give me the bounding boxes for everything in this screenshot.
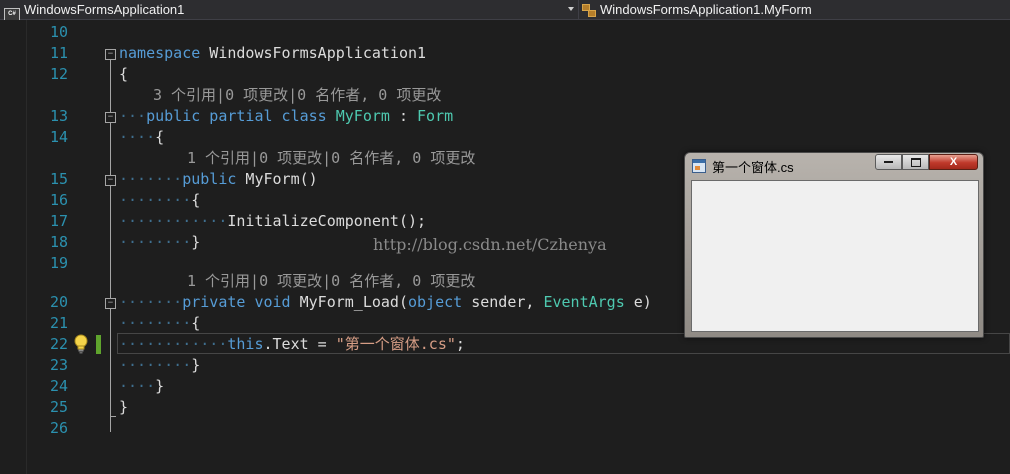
line-number: 15 (49, 170, 68, 188)
string-literal: "第一个窗体.cs" (335, 335, 456, 353)
property-assign: .Text = (263, 335, 336, 353)
collapse-icon[interactable]: − (105, 112, 116, 123)
keyword: public (182, 170, 237, 188)
code-line[interactable]: 26 (0, 418, 1010, 439)
minimize-button[interactable] (875, 154, 902, 170)
keyword: private void (182, 293, 291, 311)
type-dropdown-label: WindowsFormsApplication1.MyForm (600, 2, 812, 17)
type-dropdown[interactable]: WindowsFormsApplication1.MyForm (582, 0, 1002, 19)
code-text: ·······public MyForm() (119, 170, 318, 188)
constructor-name: MyForm() (236, 170, 318, 188)
code-line[interactable]: 11 − namespace WindowsFormsApplication1 (0, 43, 1010, 64)
parameter: e) (624, 293, 652, 311)
code-text: ········{ (119, 191, 201, 209)
code-text: ············this.Text = "第一个窗体.cs"; (119, 335, 465, 353)
line-number: 21 (49, 314, 68, 332)
code-lens-constructor[interactable]: 1 个引用|0 项更改|0 名作者, 0 项更改 (187, 148, 475, 169)
line-number: 13 (49, 107, 68, 125)
base-type: Form (417, 107, 454, 125)
brace: { (191, 314, 201, 332)
navbar-divider (578, 0, 579, 19)
line-number: 19 (49, 254, 68, 272)
code-text: ········} (119, 356, 201, 374)
chevron-down-icon[interactable] (568, 7, 574, 11)
keyword: this (227, 335, 264, 353)
code-lens-load-method[interactable]: 1 个引用|0 项更改|0 名作者, 0 项更改 (187, 271, 475, 292)
close-icon: X (949, 156, 958, 168)
maximize-button[interactable] (902, 154, 929, 170)
code-text: ········} (119, 233, 201, 251)
parameter: sender, (462, 293, 544, 311)
punctuation: : (389, 107, 418, 125)
class-icon (582, 4, 596, 17)
line-number: 18 (49, 233, 68, 251)
line-number: 20 (49, 293, 68, 311)
code-text: ·······private void MyForm_Load(object s… (119, 293, 652, 311)
brace: } (155, 377, 165, 395)
line-number: 23 (49, 356, 68, 374)
close-button[interactable]: X (929, 154, 978, 170)
keyword: namespace (119, 44, 201, 62)
code-line[interactable]: 23 ········} (0, 355, 1010, 376)
line-number: 16 (49, 191, 68, 209)
line-number: 14 (49, 128, 68, 146)
watermark-url: http://blog.csdn.net/Czhenya (373, 235, 607, 254)
project-dropdown[interactable]: C# WindowsFormsApplication1 (4, 0, 574, 21)
form-titlebar[interactable]: 第一个窗体.cs X (685, 153, 983, 179)
collapse-icon[interactable]: − (105, 175, 116, 186)
code-text: { (119, 65, 129, 83)
line-number: 17 (49, 212, 68, 230)
line-number: 24 (49, 377, 68, 395)
code-text: namespace WindowsFormsApplication1 (119, 43, 426, 64)
line-number: 12 (49, 65, 68, 83)
form-app-icon (692, 159, 706, 173)
form-client-area[interactable] (691, 180, 979, 332)
code-lens-class[interactable]: 3 个引用|0 项更改|0 名作者, 0 项更改 (153, 85, 441, 106)
line-number: 10 (49, 23, 68, 41)
collapse-icon[interactable]: − (105, 298, 116, 309)
form-window[interactable]: 第一个窗体.cs X (684, 152, 984, 338)
code-line[interactable]: 24 ····} (0, 376, 1010, 397)
minimize-icon (884, 161, 893, 164)
line-number: 25 (49, 398, 68, 416)
code-line[interactable]: 25 } (0, 397, 1010, 418)
navigation-bar: C# WindowsFormsApplication1 WindowsFormsA… (0, 0, 1010, 21)
code-text: ···public partial class MyForm : Form (119, 107, 454, 125)
maximize-icon (910, 157, 921, 167)
method-name: MyForm_Load( (290, 293, 408, 311)
semicolon: ; (455, 335, 465, 353)
type-name: EventArgs (543, 293, 625, 311)
collapse-icon[interactable]: − (105, 49, 116, 60)
line-number: 26 (49, 419, 68, 437)
type-name: MyForm (335, 107, 390, 125)
code-text: ············InitializeComponent(); (119, 212, 427, 230)
brace: { (191, 191, 201, 209)
code-text: ····} (119, 377, 165, 395)
brace: } (191, 233, 201, 251)
keyword: public partial class (146, 107, 327, 125)
keyword: object (408, 293, 463, 311)
code-line[interactable]: 14 ····{ (0, 127, 1010, 148)
form-title: 第一个窗体.cs (712, 160, 794, 175)
code-text: } (119, 398, 129, 416)
method-call: InitializeComponent(); (227, 212, 427, 230)
code-line[interactable]: 10 (0, 22, 1010, 43)
line-number: 11 (49, 44, 68, 62)
brace: { (155, 128, 165, 146)
code-line[interactable]: 13 − ···public partial class MyForm : Fo… (0, 106, 1010, 127)
namespace-name: WindowsFormsApplication1 (200, 44, 427, 62)
code-line[interactable]: 12 { (0, 64, 1010, 85)
code-text: ····{ (119, 128, 165, 146)
visual-studio-editor-screen: C# WindowsFormsApplication1 WindowsFormsA… (0, 0, 1010, 474)
line-number: 22 (49, 335, 68, 353)
brace: } (191, 356, 201, 374)
code-text: ········{ (119, 314, 201, 332)
project-dropdown-label: WindowsFormsApplication1 (24, 2, 185, 17)
